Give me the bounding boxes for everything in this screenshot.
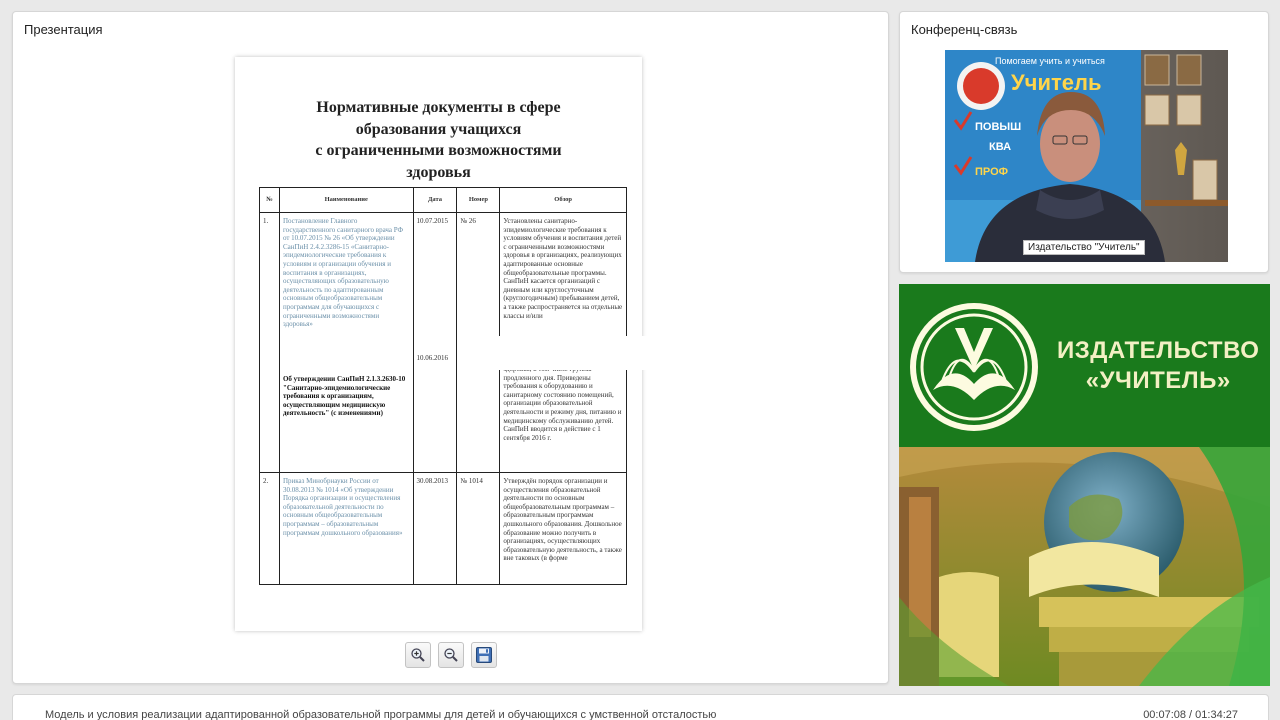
row-number-cell: № 1014 [456,472,501,585]
row-date: 30.08.2013 [412,472,458,585]
row-name-cell: Постановление Главного государственного … [278,212,414,473]
row-date-cell: 10.07.2015 10.06.2016 [412,212,458,473]
poster-text: Помогаем учить и учиться [995,56,1105,66]
row-date: 10.07.2015 [416,217,449,225]
slide-heading: Нормативные документы в сфере образовани… [235,97,642,183]
table-header-row: № Наименование Дата Номер Обзор [259,187,627,213]
video-caption: Издательство "Учитель" [1023,240,1145,255]
poster-text: Учитель [1011,70,1102,95]
banner-green-area: ИЗДАТЕЛЬСТВО «УЧИТЕЛЬ» [899,284,1270,447]
slide-heading-line: здоровья [406,163,471,181]
zoom-out-button[interactable] [438,642,464,668]
poster-text: ПРОФ [975,166,1008,178]
video-frame: Помогаем учить и учиться Учитель ПОВЫШ К… [945,50,1228,262]
conference-title: Конференц-связь [911,22,1018,37]
table-row: 2. Приказ Минобрнауки России от 30.08.20… [259,472,627,585]
publisher-banner: ИЗДАТЕЛЬСТВО «УЧИТЕЛЬ» [899,284,1270,686]
floppy-disk-icon [476,647,492,663]
document-name-bold: Об утверждении СанПиН 2.1.3.2630-10 "Сан… [282,375,406,418]
row-number: 2. [259,472,280,585]
zoom-in-icon [411,648,425,662]
playback-timer: 00:07:08 / 01:34:27 [1143,709,1238,720]
row-date-2: 10.06.2016 [416,353,449,362]
poster-text: ПОВЫШ [975,121,1021,133]
presentation-title: Презентация [24,22,103,37]
document-link[interactable]: Постановление Главного государственного … [283,217,410,357]
slide-heading-line: образования учащихся [355,120,522,138]
slide-heading-line: Нормативные документы в сфере [316,99,561,116]
overlay-strip [487,336,810,370]
column-header: № [259,187,280,213]
documents-table: № Наименование Дата Номер Обзор 1. Поста… [259,187,627,585]
slide-toolbar [405,642,497,668]
banner-text: ИЗДАТЕЛЬСТВО «УЧИТЕЛЬ» [1057,336,1259,396]
zoom-out-icon [444,648,458,662]
column-header: Дата [412,187,458,213]
books-globe-image [899,447,1270,686]
column-header: Номер [456,187,501,213]
row-review-2: здоровья, в том числе группы продленного… [503,365,622,442]
banner-text-line: «УЧИТЕЛЬ» [1085,367,1231,394]
document-link[interactable]: Приказ Минобрнауки России от 30.08.2013 … [283,477,403,537]
column-header: Обзор [499,187,627,213]
row-number: 1. [259,212,280,473]
poster-text: КВА [989,141,1011,153]
publisher-logo-icon [910,303,1038,431]
column-header: Наименование [278,187,414,213]
banner-text-line: ИЗДАТЕЛЬСТВО [1057,337,1260,364]
row-name-cell: Приказ Минобрнауки России от 30.08.2013 … [278,472,414,585]
video-feed[interactable]: Помогаем учить и учиться Учитель ПОВЫШ К… [945,50,1228,262]
zoom-in-button[interactable] [405,642,431,668]
row-review: Утверждён порядок организации и осуществ… [499,472,627,585]
footer-bar: Модель и условия реализации адаптированн… [12,694,1269,720]
slide-heading-line: с ограниченными возможностями [315,142,562,159]
save-button[interactable] [471,642,497,668]
conference-panel: Конференц-связь Помогаем учить и учиться… [899,11,1269,273]
lecture-title: Модель и условия реализации адаптированн… [45,709,717,720]
